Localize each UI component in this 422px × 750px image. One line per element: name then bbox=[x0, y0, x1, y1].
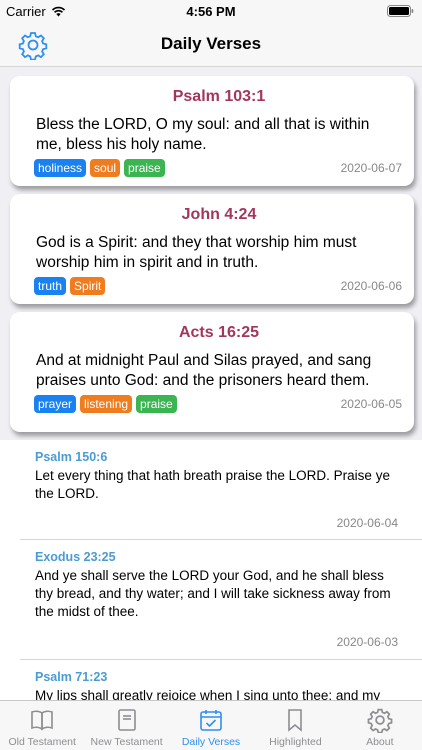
tab-label: Old Testament bbox=[8, 736, 76, 748]
book-open-icon bbox=[31, 710, 54, 731]
page-title: Daily Verses bbox=[160, 34, 262, 53]
plain-verse-list: Psalm 150:6 Let every thing that hath br… bbox=[0, 440, 422, 700]
tag-badge[interactable]: praise bbox=[124, 159, 165, 177]
status-bar: Carrier 4:56 PM bbox=[0, 0, 422, 22]
tab-new-testament[interactable]: New Testament bbox=[84, 701, 168, 750]
tab-about[interactable]: About bbox=[338, 701, 422, 750]
verse-list[interactable]: Psalm 103:1 Bless the LORD, O my soul: a… bbox=[0, 67, 422, 700]
verse-card[interactable]: Psalm 103:1 Bless the LORD, O my soul: a… bbox=[10, 76, 414, 186]
verse-reference: Psalm 150:6 bbox=[35, 450, 108, 464]
verse-card[interactable]: John 4:24 God is a Spirit: and they that… bbox=[10, 194, 414, 304]
verse-text: And at midnight Paul and Silas prayed, a… bbox=[36, 352, 372, 389]
book-closed-icon bbox=[117, 709, 136, 731]
tag-badge[interactable]: praise bbox=[136, 395, 177, 413]
list-item[interactable]: Psalm 71:23 My lips shall greatly rejoic… bbox=[20, 660, 422, 700]
card-footer: truth Spirit 2020-06-06 bbox=[34, 277, 402, 295]
tab-label: New Testament bbox=[90, 736, 163, 748]
status-time: 4:56 PM bbox=[186, 4, 236, 19]
gear-icon bbox=[367, 708, 393, 733]
tab-label: Highlighted bbox=[269, 736, 322, 748]
verse-reference: Psalm 71:23 bbox=[35, 670, 108, 684]
verse-text: And ye shall serve the LORD your God, an… bbox=[35, 568, 391, 619]
list-item[interactable]: Exodus 23:25 And ye shall serve the LORD… bbox=[20, 540, 422, 660]
card-footer: holiness soul praise 2020-06-07 bbox=[34, 159, 402, 177]
tag-badge[interactable]: holiness bbox=[34, 159, 87, 177]
bookmark-icon bbox=[288, 709, 303, 732]
verse-reference: Psalm 103:1 bbox=[172, 88, 266, 105]
tag-badge[interactable]: Spirit bbox=[70, 277, 106, 295]
verse-reference: Acts 16:25 bbox=[178, 324, 260, 341]
verse-date: 2020-06-06 bbox=[340, 279, 402, 293]
verse-date: 2020-06-04 bbox=[336, 516, 398, 530]
navigation-bar: Daily Verses bbox=[0, 22, 422, 67]
tab-label: About bbox=[366, 736, 394, 748]
tag-list: prayer listening praise bbox=[34, 395, 177, 413]
verse-reference: Exodus 23:25 bbox=[35, 550, 116, 564]
tag-badge[interactable]: listening bbox=[80, 395, 133, 413]
battery-icon bbox=[387, 5, 414, 20]
tag-badge[interactable]: prayer bbox=[34, 395, 77, 413]
tab-label: Daily Verses bbox=[181, 736, 241, 748]
verse-card[interactable]: Acts 16:25 And at midnight Paul and Sila… bbox=[10, 312, 414, 432]
verse-date: 2020-06-03 bbox=[336, 635, 398, 649]
verse-text: Let every thing that hath breath praise … bbox=[35, 468, 390, 501]
tab-highlighted[interactable]: Highlighted bbox=[253, 701, 337, 750]
verse-text: Bless the LORD, O my soul: and all that … bbox=[36, 116, 370, 153]
tag-badge[interactable]: soul bbox=[90, 159, 121, 177]
verse-reference: John 4:24 bbox=[181, 206, 257, 223]
tab-daily-verses[interactable]: Daily Verses bbox=[169, 701, 253, 750]
tab-bar: Old Testament New Testament Daily Verses bbox=[0, 700, 422, 750]
calendar-check-icon bbox=[200, 710, 222, 731]
card-footer: prayer listening praise 2020-06-05 bbox=[34, 395, 402, 413]
verse-text: My lips shall greatly rejoice when I sin… bbox=[35, 688, 381, 700]
verse-date: 2020-06-05 bbox=[340, 397, 402, 411]
verse-date: 2020-06-07 bbox=[340, 161, 402, 175]
tag-list: holiness soul praise bbox=[34, 159, 165, 177]
tag-list: truth Spirit bbox=[34, 277, 106, 295]
verse-text: God is a Spirit: and they that worship h… bbox=[36, 234, 357, 271]
tag-badge[interactable]: truth bbox=[34, 277, 67, 295]
list-item[interactable]: Psalm 150:6 Let every thing that hath br… bbox=[20, 440, 422, 540]
tab-old-testament[interactable]: Old Testament bbox=[0, 701, 84, 750]
